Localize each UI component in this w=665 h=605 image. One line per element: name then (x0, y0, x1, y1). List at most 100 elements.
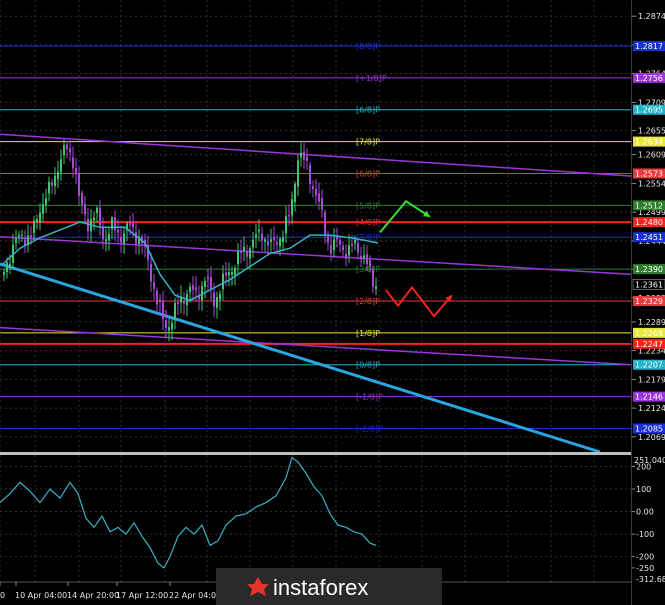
level-price-badge-text: 1.2085 (635, 424, 663, 433)
candle-body (261, 233, 263, 241)
candle-body (309, 164, 311, 185)
candle-body (156, 290, 158, 305)
chart-canvas: [8/8]P [+1/8]P [6/8]P [7/8]P [6/8]P [5/8]P [4/… (0, 0, 665, 605)
candle-body (222, 273, 224, 290)
price-tick-label: 1.2609 (638, 151, 665, 160)
murrey-level-label: [-2/8]P (356, 424, 383, 433)
candle-body (69, 148, 71, 153)
candle-body (72, 157, 74, 169)
candle-body (96, 207, 98, 213)
candle-body (54, 175, 56, 187)
candle-body (39, 212, 41, 223)
candle-body (150, 263, 152, 282)
cci-tick-label: -200 (636, 553, 654, 562)
candle-body (312, 186, 314, 189)
time-tick-label: 10 Apr 04:00 (15, 591, 67, 600)
level-price-badge-text: 1.2573 (635, 169, 663, 178)
murrey-level-label: [4/8]P (356, 218, 380, 227)
candle-body (297, 160, 299, 187)
candle-body (219, 293, 221, 300)
candle-body (3, 272, 5, 275)
price-tick-label: 1.2554 (638, 179, 665, 188)
candle-body (225, 272, 227, 276)
candle-body (303, 151, 305, 160)
candle-body (255, 234, 257, 238)
candle-body (6, 262, 8, 272)
candle-body (123, 233, 125, 244)
murrey-level-label: [-1/8]P (356, 393, 383, 402)
candle-body (330, 245, 332, 254)
cci-tick-label: 100 (636, 485, 651, 494)
candle-body (339, 240, 341, 245)
candle-body (243, 246, 245, 251)
candle-body (207, 277, 209, 280)
candle-body (252, 239, 254, 248)
candle-body (285, 216, 287, 234)
candle-body (165, 320, 167, 328)
level-price-badge-text: 1.2756 (635, 74, 663, 83)
candle-body (66, 144, 68, 150)
candle-body (195, 287, 197, 291)
price-tick-label: 1.2069 (638, 433, 665, 442)
candle-body (99, 207, 101, 226)
candle-body (363, 255, 365, 258)
candle-body (192, 285, 194, 290)
candle-body (84, 203, 86, 215)
candle-body (48, 181, 50, 194)
murrey-level-label: [6/8]P (356, 169, 380, 178)
candle-body (324, 212, 326, 236)
candle-body (204, 280, 206, 287)
candle-body (81, 192, 83, 205)
candle-body (246, 250, 248, 257)
candle-body (129, 222, 131, 225)
level-price-badge-text: 1.2695 (635, 106, 663, 115)
candle-body (45, 198, 47, 205)
candle-body (276, 242, 278, 245)
candle-body (114, 217, 116, 231)
candle-body (57, 171, 59, 180)
candle-body (174, 302, 176, 319)
candle-body (18, 234, 20, 237)
candle-body (162, 301, 164, 320)
level-price-badge-text: 1.2512 (635, 201, 663, 210)
candle-body (36, 219, 38, 222)
candle-body (102, 227, 104, 240)
candle-body (234, 267, 236, 275)
candle-body (30, 235, 32, 238)
candle-body (105, 239, 107, 242)
candle-body (357, 242, 359, 253)
candle-body (177, 302, 179, 304)
candle-body (267, 240, 269, 246)
candle-body (135, 232, 137, 244)
candle-body (366, 254, 368, 265)
candle-body (264, 239, 266, 242)
candle-body (117, 229, 119, 233)
candle-body (168, 327, 170, 331)
cci-tick-label: 200 (636, 462, 651, 471)
level-price-badge-text: 1.2146 (635, 393, 663, 402)
murrey-level-label: [6/8]P (356, 106, 380, 115)
candle-body (321, 198, 323, 210)
level-price-badge-text: 1.2329 (635, 297, 663, 306)
candle-body (306, 156, 308, 161)
price-axis-separator (631, 0, 632, 605)
level-price-badge-text: 1.2634 (635, 138, 663, 147)
candle-body (159, 299, 161, 302)
candle-body (42, 204, 44, 214)
candle-body (288, 215, 290, 217)
candle-body (342, 246, 344, 250)
candle-body (9, 263, 11, 268)
candle-body (258, 229, 260, 232)
price-tick-label: 1.2874 (638, 12, 665, 21)
murrey-level-label: [0/8]P (356, 361, 380, 370)
candle-body (291, 199, 293, 216)
level-price-badge-text: 1.2207 (635, 361, 663, 370)
candle-body (210, 277, 212, 290)
candle-body (315, 188, 317, 196)
level-price-badge-text: 1.2390 (635, 265, 663, 274)
candle-body (78, 172, 80, 196)
candle-body (348, 245, 350, 256)
candle-body (60, 159, 62, 173)
candle-body (228, 272, 230, 276)
candle-body (345, 253, 347, 259)
